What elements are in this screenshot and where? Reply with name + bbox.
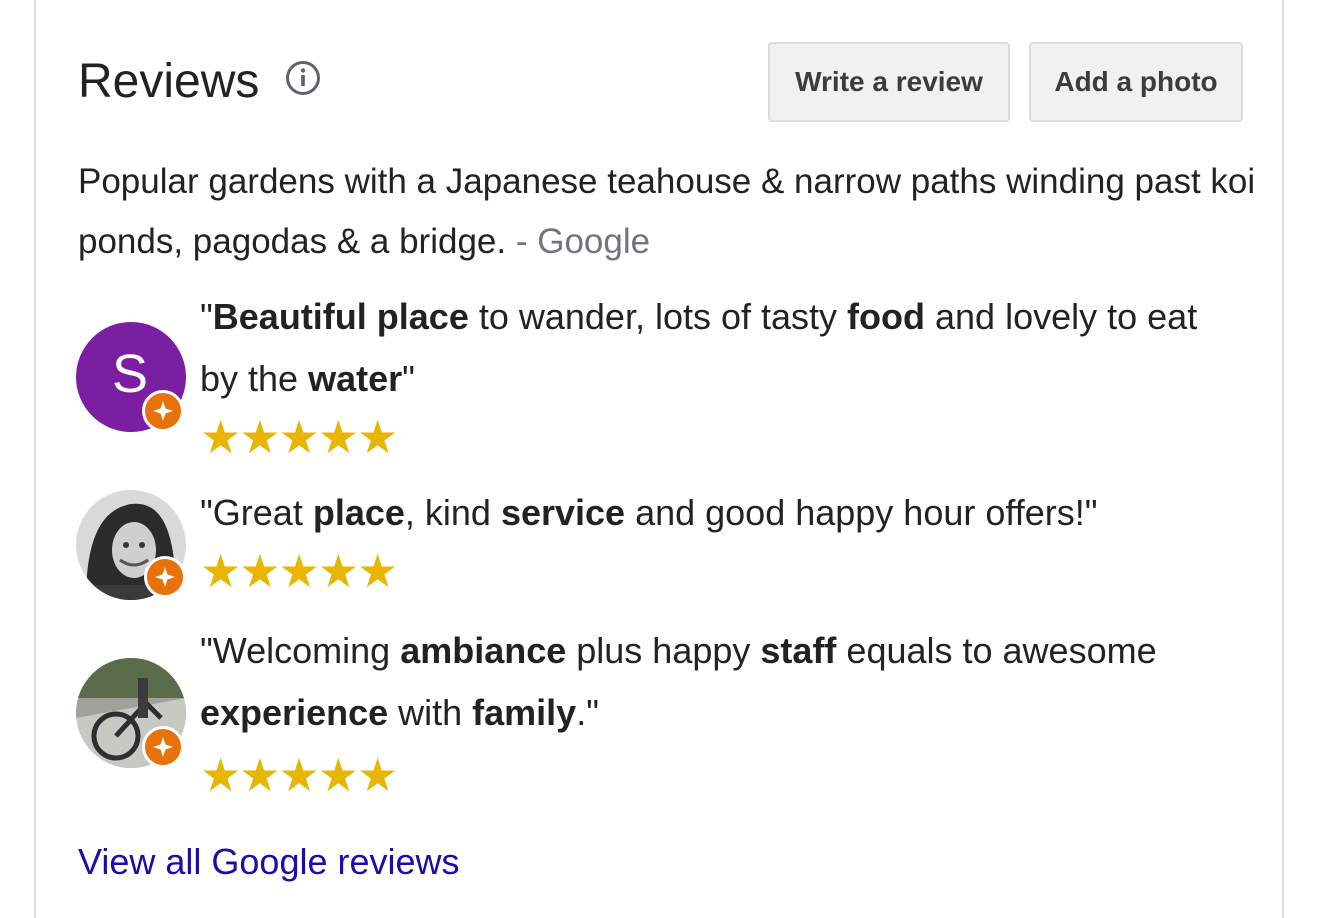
avatar-initial: S	[112, 344, 149, 404]
review-keyword: Beautiful place	[212, 296, 469, 337]
write-review-button[interactable]: Write a review	[768, 42, 1010, 122]
review-keyword: ambiance	[400, 630, 567, 671]
review-keyword: service	[500, 492, 626, 533]
review-keyword: staff	[760, 630, 837, 671]
info-icon[interactable]	[285, 60, 321, 96]
review-keyword: family	[472, 692, 577, 733]
rating-stars: ★★★★★	[200, 749, 398, 801]
rating-stars: ★★★★★	[200, 545, 398, 597]
review-text: "Welcoming ambiance plus happy staff equ…	[200, 620, 1240, 744]
reviews-title: Reviews	[78, 55, 260, 108]
add-photo-button[interactable]: Add a photo	[1029, 42, 1243, 122]
review-text-run: "	[402, 358, 415, 399]
review-text-run: with	[388, 692, 473, 733]
summary-text: Popular gardens with a Japanese teahouse…	[78, 162, 1256, 261]
review-text-run: , kind	[404, 492, 501, 533]
review-keyword: experience	[200, 692, 389, 733]
local-guide-badge-icon	[142, 726, 184, 768]
review-text-run: and good happy hour offers!"	[625, 492, 1098, 533]
review-keyword: water	[308, 358, 403, 399]
local-guide-badge-icon	[144, 556, 186, 598]
local-guide-badge-icon	[142, 390, 184, 432]
rating-stars: ★★★★★	[200, 411, 398, 463]
review-text-run: plus happy	[566, 630, 761, 671]
place-summary: Popular gardens with a Japanese teahouse…	[78, 152, 1258, 272]
review-text-run: "Welcoming	[200, 630, 401, 671]
review-keyword: place	[312, 492, 405, 533]
review-text-run: "Great	[200, 492, 313, 533]
summary-source: - Google	[515, 222, 651, 261]
view-all-reviews-link[interactable]: View all Google reviews	[78, 838, 460, 886]
review-text: "Beautiful place to wander, lots of tast…	[200, 286, 1240, 410]
review-text-run: "	[200, 296, 213, 337]
review-text-run: ."	[576, 692, 599, 733]
review-text: "Great place, kind service and good happ…	[200, 482, 1240, 544]
review-text-run: to wander, lots of tasty	[468, 296, 848, 337]
review-keyword: food	[847, 296, 926, 337]
reviews-header: Reviews	[78, 52, 321, 112]
review-text-run: equals to awesome	[836, 630, 1157, 671]
